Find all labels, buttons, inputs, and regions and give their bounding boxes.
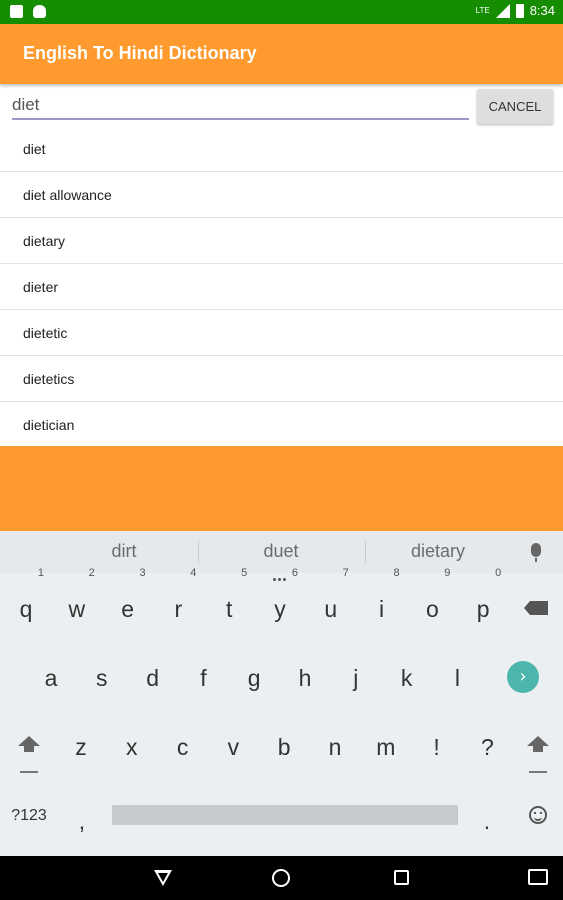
key-number-hint: 9: [444, 567, 451, 579]
notification-icon: [10, 5, 23, 18]
key-a[interactable]: a: [29, 648, 73, 708]
key-i[interactable]: i8: [360, 567, 404, 639]
key-r[interactable]: r4: [156, 567, 200, 639]
list-item[interactable]: dietician: [0, 402, 563, 448]
list-item[interactable]: dietetics: [0, 356, 563, 402]
key-w[interactable]: w2: [55, 567, 99, 639]
suggestion-1[interactable]: dirt: [44, 541, 204, 562]
key-m[interactable]: m: [364, 717, 408, 777]
key-n[interactable]: n: [313, 717, 357, 777]
symbols-key[interactable]: ?123: [7, 786, 51, 846]
signal-icon: [495, 3, 510, 18]
result-list: diet diet allowance dietary dieter diete…: [0, 126, 563, 448]
key-number-hint: 2: [88, 567, 95, 579]
network-type: LTE: [475, 6, 490, 15]
key-q[interactable]: q1: [4, 567, 48, 639]
key-x[interactable]: x: [110, 717, 154, 777]
key-e[interactable]: e3: [106, 567, 150, 639]
cancel-button[interactable]: CANCEL: [477, 89, 553, 124]
more-suggestions-icon: [273, 566, 289, 581]
list-item[interactable]: diet allowance: [0, 172, 563, 218]
clock: 8:34: [529, 3, 555, 18]
key-g[interactable]: g: [232, 648, 276, 708]
key-l[interactable]: l: [435, 648, 479, 708]
shift-left-icon[interactable]: [18, 736, 40, 752]
key-question[interactable]: ?: [465, 717, 509, 777]
key-o[interactable]: o9: [410, 567, 454, 639]
key-exclaim[interactable]: !: [415, 717, 459, 777]
key-number-hint: 5: [241, 567, 248, 579]
search-row: CANCEL: [0, 84, 563, 126]
space-key[interactable]: [112, 805, 458, 825]
suggestion-3[interactable]: dietary: [358, 541, 518, 562]
battery-icon: [515, 3, 524, 18]
mic-icon[interactable]: [531, 543, 541, 562]
backspace-icon[interactable]: [524, 601, 548, 615]
key-number-hint: 8: [393, 567, 400, 579]
key-t[interactable]: t5: [207, 567, 251, 639]
key-number-hint: 4: [190, 567, 197, 579]
enter-icon[interactable]: ›: [507, 661, 539, 693]
list-item[interactable]: dietetic: [0, 310, 563, 356]
key-number-hint: 6: [291, 567, 298, 579]
android-icon: [33, 5, 46, 18]
home-icon[interactable]: [272, 869, 290, 887]
list-item[interactable]: dietary: [0, 218, 563, 264]
key-k[interactable]: k: [385, 648, 429, 708]
key-number-hint: 0: [495, 567, 502, 579]
key-z[interactable]: z: [59, 717, 103, 777]
key-y[interactable]: y6: [258, 567, 302, 639]
search-input[interactable]: [12, 92, 469, 120]
key-s[interactable]: s: [80, 648, 124, 708]
list-item[interactable]: diet: [0, 126, 563, 172]
app-bar: English To Hindi Dictionary: [0, 24, 563, 84]
recents-icon[interactable]: [394, 870, 409, 885]
key-b[interactable]: b: [262, 717, 306, 777]
key-c[interactable]: c: [161, 717, 205, 777]
soft-keyboard: dirt duet dietary › ?123 , . q1w2e3r4t5y…: [0, 531, 563, 856]
navigation-bar: [0, 856, 563, 900]
comma-key[interactable]: ,: [60, 791, 104, 851]
key-h[interactable]: h: [283, 648, 327, 708]
background-panel: [0, 446, 563, 531]
status-bar: LTE 8:34: [0, 0, 563, 24]
list-item[interactable]: dieter: [0, 264, 563, 310]
suggestion-2[interactable]: duet: [201, 541, 361, 562]
key-number-hint: 3: [139, 567, 146, 579]
key-d[interactable]: d: [131, 648, 175, 708]
period-key[interactable]: .: [465, 791, 509, 851]
key-v[interactable]: v: [211, 717, 255, 777]
keyboard-switch-icon[interactable]: [528, 869, 548, 885]
key-number-hint: 7: [342, 567, 349, 579]
key-u[interactable]: u7: [309, 567, 353, 639]
shift-right-icon[interactable]: [527, 736, 549, 752]
emoji-icon[interactable]: [529, 806, 547, 824]
key-j[interactable]: j: [334, 648, 378, 708]
key-number-hint: 1: [37, 567, 44, 579]
key-f[interactable]: f: [181, 648, 225, 708]
back-icon[interactable]: [154, 870, 172, 886]
app-title: English To Hindi Dictionary: [23, 43, 257, 63]
suggestion-strip: dirt duet dietary: [0, 531, 563, 581]
key-p[interactable]: p0: [461, 567, 505, 639]
